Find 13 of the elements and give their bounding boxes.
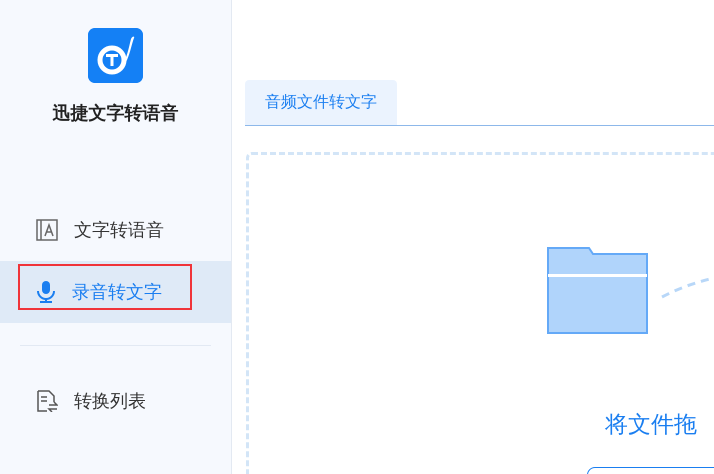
document-convert-icon bbox=[36, 390, 58, 412]
sidebar-item[interactable]: 文字转语音 bbox=[0, 199, 231, 261]
app-title: 迅捷文字转语音 bbox=[52, 102, 180, 125]
folder-icon bbox=[547, 247, 648, 334]
dashed-curve bbox=[660, 275, 710, 299]
tab[interactable]: 音频文件转文字 bbox=[245, 80, 397, 125]
app-logo-icon bbox=[88, 28, 143, 83]
microphone-icon bbox=[36, 281, 56, 303]
drop-zone[interactable]: 将文件拖 bbox=[246, 152, 714, 474]
text-frame-icon bbox=[36, 219, 58, 241]
sidebar-item[interactable]: 转换列表 bbox=[0, 370, 231, 432]
sidebar-item[interactable]: 录音转文字 bbox=[0, 261, 231, 323]
drop-hint: 将文件拖 bbox=[605, 411, 697, 440]
